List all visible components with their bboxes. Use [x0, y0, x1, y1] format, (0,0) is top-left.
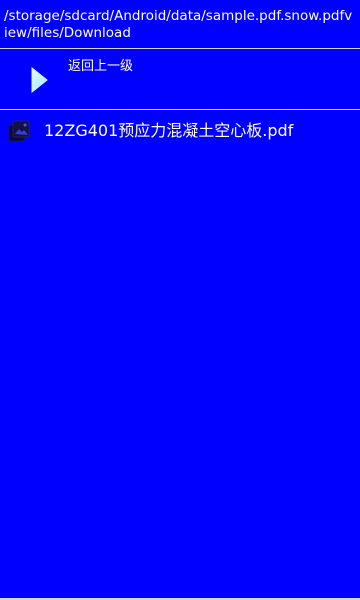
file-name: 12ZG401预应力混凝土空心板.pdf	[44, 121, 294, 140]
image-collection-icon	[8, 120, 30, 142]
current-path-text: /storage/sdcard/Android/data/sample.pdf.…	[4, 8, 353, 41]
back-to-parent-row[interactable]: 返回上一级	[0, 49, 360, 109]
file-list-item[interactable]: 12ZG401预应力混凝土空心板.pdf	[0, 110, 360, 152]
back-label: 返回上一级	[68, 59, 134, 74]
play-arrow-icon	[31, 67, 48, 93]
